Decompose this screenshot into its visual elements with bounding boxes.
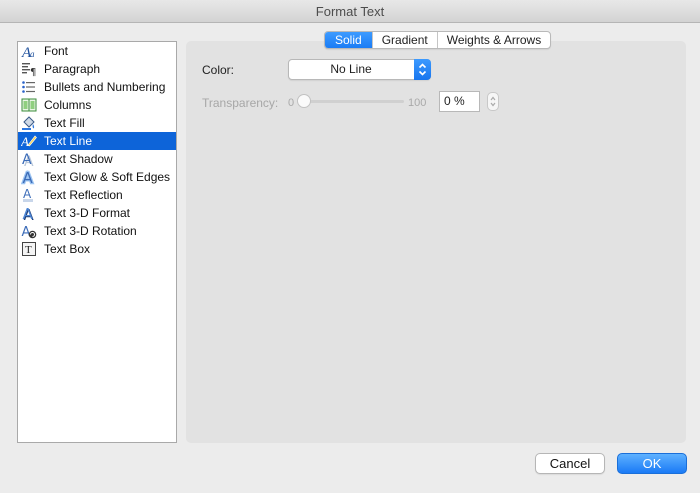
transparency-input[interactable]: 0 % [439, 91, 480, 112]
transparency-stepper[interactable] [487, 92, 499, 111]
svg-text:a: a [30, 49, 35, 59]
sidebar-item-label: Text Shadow [44, 152, 113, 166]
ok-button[interactable]: OK [617, 453, 687, 474]
sidebar-item-text-shadow[interactable]: AA Text Shadow [18, 150, 176, 168]
sidebar-item-label: Text 3-D Rotation [44, 224, 137, 238]
slider-min-label: 0 [288, 97, 295, 109]
chevron-updown-icon [414, 59, 431, 80]
sidebar-item-columns[interactable]: Columns [18, 96, 176, 114]
sidebar-item-text-box[interactable]: T Text Box [18, 240, 176, 258]
sidebar-item-bullets[interactable]: Bullets and Numbering [18, 78, 176, 96]
paint-bucket-icon [21, 115, 37, 131]
text-shadow-icon: AA [21, 151, 37, 167]
sidebar-item-text-3d-rotation[interactable]: A Text 3-D Rotation [18, 222, 176, 240]
text-3d-format-icon: AA [21, 205, 37, 221]
svg-text:A: A [22, 225, 31, 239]
tab-gradient[interactable]: Gradient [371, 32, 437, 48]
sidebar-item-label: Text Line [44, 134, 93, 148]
category-list: Aa Font ¶ Paragraph Bullets and Numberin… [17, 41, 177, 443]
sidebar-item-label: Bullets and Numbering [44, 80, 166, 94]
svg-text:¶: ¶ [30, 67, 36, 77]
svg-text:A: A [21, 134, 29, 149]
sidebar-item-label: Text 3-D Format [44, 206, 131, 220]
slider-max-label: 100 [408, 97, 427, 109]
sidebar-item-label: Columns [44, 98, 92, 112]
svg-text:A: A [22, 152, 32, 167]
paragraph-icon: ¶ [21, 61, 37, 77]
transparency-slider-knob[interactable] [297, 94, 311, 108]
sidebar-item-text-reflection[interactable]: A Text Reflection [18, 186, 176, 204]
window-title: Format Text [0, 0, 700, 23]
font-icon: Aa [21, 43, 37, 59]
sidebar-item-label: Text Reflection [44, 188, 123, 202]
svg-text:A: A [23, 205, 34, 221]
text-3d-rotation-icon: A [21, 223, 37, 239]
text-reflection-icon: A [21, 187, 37, 203]
cancel-button[interactable]: Cancel [535, 453, 605, 474]
text-box-icon: T [21, 241, 37, 257]
color-popup-value: No Line [330, 62, 372, 76]
sidebar-item-label: Text Fill [44, 116, 85, 130]
sidebar-item-label: Paragraph [44, 62, 101, 76]
sidebar-item-font[interactable]: Aa Font [18, 42, 176, 60]
sidebar-item-paragraph[interactable]: ¶ Paragraph [18, 60, 176, 78]
sidebar-item-label: Text Glow & Soft Edges [44, 170, 171, 184]
sidebar-item-text-line[interactable]: A Text Line [18, 132, 176, 150]
sidebar-item-label: Font [44, 44, 69, 58]
sidebar-item-text-fill[interactable]: Text Fill [18, 114, 176, 132]
bullets-icon [21, 79, 37, 95]
sidebar-item-text-3d-format[interactable]: AA Text 3-D Format [18, 204, 176, 222]
transparency-label: Transparency: [202, 96, 279, 110]
tab-weights-arrows[interactable]: Weights & Arrows [436, 32, 550, 48]
pen-line-icon: A [21, 133, 37, 149]
columns-icon [21, 97, 37, 113]
stepper-arrows-icon [490, 96, 496, 107]
text-glow-icon: AA [21, 169, 37, 185]
sidebar-item-label: Text Box [44, 242, 91, 256]
svg-text:A: A [23, 187, 32, 201]
transparency-slider-track[interactable] [301, 100, 404, 103]
svg-text:A: A [23, 169, 34, 185]
color-popup[interactable]: No Line [288, 59, 431, 80]
svg-text:T: T [25, 244, 32, 256]
tab-solid[interactable]: Solid [325, 32, 372, 48]
sidebar-item-text-glow[interactable]: AA Text Glow & Soft Edges [18, 168, 176, 186]
color-label: Color: [202, 63, 235, 77]
fill-type-segmented-control: Solid Gradient Weights & Arrows [324, 31, 552, 49]
